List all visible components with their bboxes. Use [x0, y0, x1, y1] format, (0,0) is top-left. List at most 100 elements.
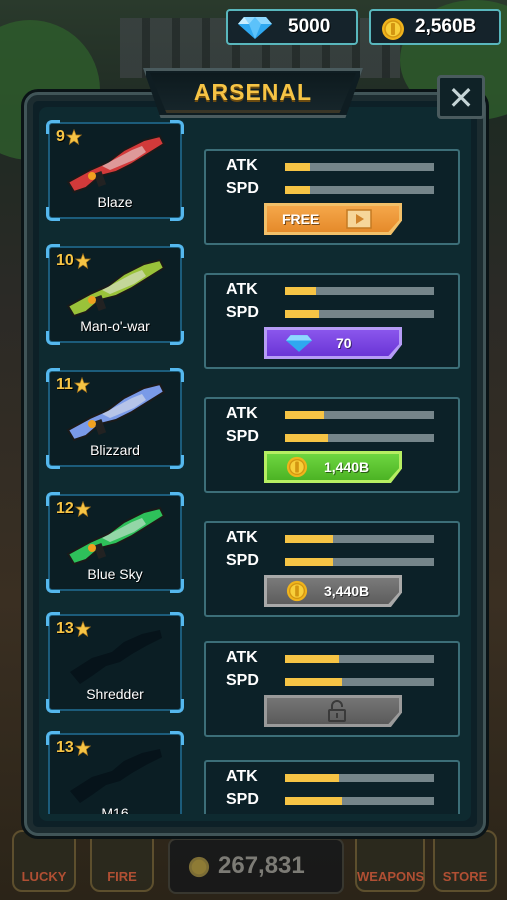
weapon-level-value: 10: [56, 252, 74, 269]
spd-label: SPD: [226, 791, 259, 808]
weapon-card[interactable]: 9 Blaze: [46, 120, 184, 221]
star-icon: [74, 621, 91, 637]
weapon-row: 12 Blue Sky ATK SPD 3,440B: [46, 492, 460, 617]
weapon-level: 9: [56, 128, 82, 146]
spd-bar: [285, 186, 434, 194]
spd-label: SPD: [226, 552, 259, 569]
spd-bar: [285, 310, 434, 318]
spd-label: SPD: [226, 428, 259, 445]
weapon-name: Blue Sky: [87, 566, 143, 582]
atk-bar-fill: [285, 411, 324, 419]
weapon-level-value: 9: [56, 128, 65, 145]
coin-icon: [286, 456, 308, 478]
atk-bar-fill: [285, 774, 339, 782]
coin-icon: [286, 580, 308, 602]
spd-bar-fill: [285, 310, 319, 318]
coin-icon: [188, 856, 210, 882]
spd-label: SPD: [226, 672, 259, 689]
weapon-level-value: 11: [56, 376, 73, 393]
buy-with-coins-button[interactable]: 3,440B: [264, 575, 402, 607]
weapon-level-value: 12: [56, 500, 74, 517]
card-corner: [170, 492, 184, 506]
weapon-stats: ATK SPD 1,440B: [204, 397, 460, 493]
weapon-stats: ATK SPD 70: [204, 273, 460, 369]
atk-bar: [285, 411, 434, 419]
spd-bar-fill: [285, 558, 333, 566]
star-icon: [65, 129, 82, 145]
spd-bar: [285, 678, 434, 686]
weapon-card[interactable]: 13 M16: [46, 731, 184, 814]
spd-bar-fill: [285, 797, 342, 805]
card-corner: [170, 368, 184, 382]
atk-bar: [285, 163, 434, 171]
weapon-level-value: 13: [56, 620, 74, 637]
card-corner: [170, 731, 184, 745]
star-icon: [74, 501, 91, 517]
weapon-row: 10 Man-o'-war ATK SPD 70: [46, 244, 460, 369]
weapon-row: 9 Blaze ATK SPD FREE: [46, 120, 460, 245]
card-corner: [170, 244, 184, 258]
nav-fire-button[interactable]: FIRE: [90, 830, 154, 892]
star-icon: [73, 377, 90, 393]
card-corner: [170, 612, 184, 626]
spd-label: SPD: [226, 304, 259, 321]
atk-bar-fill: [285, 163, 310, 171]
weapon-name: Blizzard: [90, 442, 140, 458]
weapon-name: Blaze: [97, 194, 133, 210]
weapon-card[interactable]: 11 Blizzard: [46, 368, 184, 469]
spd-bar-fill: [285, 434, 328, 442]
buy-with-gems-button[interactable]: 70: [264, 327, 402, 359]
atk-bar: [285, 774, 434, 782]
card-corner: [170, 120, 184, 134]
atk-bar-fill: [285, 287, 316, 295]
atk-bar-fill: [285, 535, 333, 543]
weapon-name: Shredder: [86, 686, 144, 702]
total-coins-display: 267,831: [168, 838, 344, 894]
spd-label: SPD: [226, 180, 259, 197]
weapon-level: 11: [56, 376, 90, 394]
spd-bar-fill: [285, 186, 310, 194]
weapon-card[interactable]: 10 Man-o'-war: [46, 244, 184, 345]
nav-lucky-button[interactable]: LUCKY: [12, 830, 76, 892]
star-icon: [74, 253, 91, 269]
spd-bar-fill: [285, 678, 342, 686]
spd-bar: [285, 558, 434, 566]
weapon-card[interactable]: 13 Shredder: [46, 612, 184, 713]
nav-fire-label: FIRE: [107, 869, 137, 884]
atk-label: ATK: [226, 768, 258, 785]
atk-bar: [285, 287, 434, 295]
nav-store-button[interactable]: STORE: [433, 830, 497, 892]
nav-store-label: STORE: [442, 869, 488, 884]
diamond-icon: [286, 335, 312, 352]
atk-label: ATK: [226, 405, 258, 422]
atk-bar-fill: [285, 655, 339, 663]
atk-label: ATK: [226, 157, 258, 174]
nav-weapons-label: WEAPONS: [357, 869, 425, 884]
weapon-level: 12: [56, 500, 91, 518]
atk-bar: [285, 535, 434, 543]
buy-label: FREE: [282, 211, 320, 227]
weapon-stats: ATK SPD: [204, 760, 460, 814]
video-play-icon: [346, 209, 372, 229]
weapon-level: 13: [56, 620, 91, 638]
weapon-list: 9 Blaze ATK SPD FREE 10 Man-o'-war ATK S…: [0, 0, 507, 814]
weapon-row: 13 M16 ATK SPD: [46, 731, 460, 814]
free-video-button[interactable]: FREE: [264, 203, 402, 235]
nav-weapons-button[interactable]: WEAPONS: [355, 830, 425, 892]
atk-label: ATK: [226, 529, 258, 546]
weapon-level: 10: [56, 252, 91, 270]
locked-button[interactable]: [264, 695, 402, 727]
spd-bar: [285, 434, 434, 442]
atk-bar: [285, 655, 434, 663]
buy-with-coins-button[interactable]: 1,440B: [264, 451, 402, 483]
weapon-stats: ATK SPD FREE: [204, 149, 460, 245]
total-coins-value: 267,831: [218, 852, 305, 879]
spd-bar: [285, 797, 434, 805]
nav-lucky-label: LUCKY: [21, 869, 67, 884]
weapon-level: 13: [56, 739, 91, 757]
weapon-card[interactable]: 12 Blue Sky: [46, 492, 184, 593]
atk-label: ATK: [226, 281, 258, 298]
buy-price: 1,440B: [324, 459, 370, 475]
weapon-name: M16: [101, 805, 129, 814]
weapon-level-value: 13: [56, 739, 74, 756]
